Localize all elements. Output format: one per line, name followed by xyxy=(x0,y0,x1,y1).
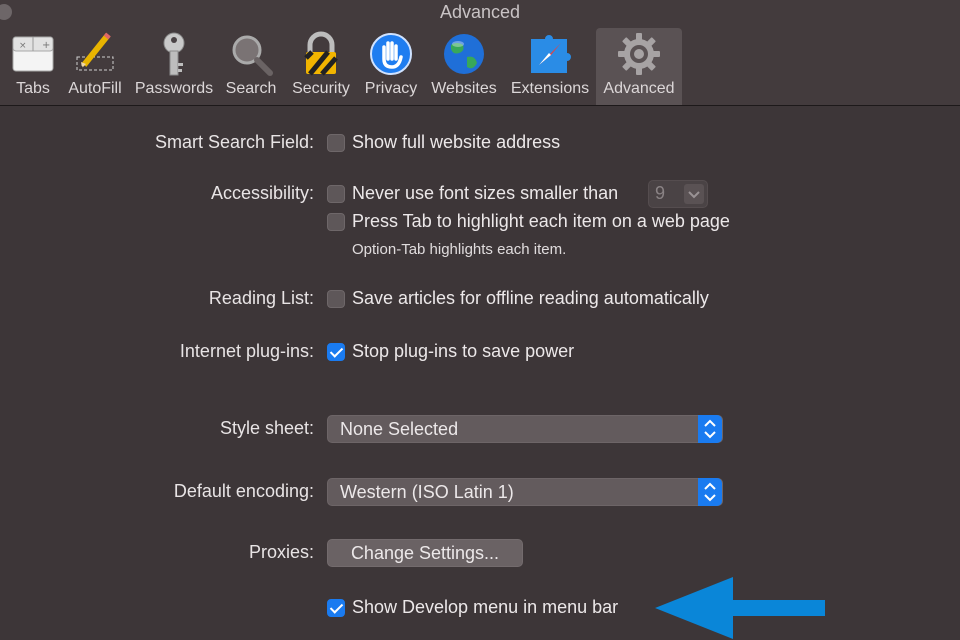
change-settings-label: Change Settings... xyxy=(350,543,500,563)
plugins-label: Internet plug-ins: xyxy=(179,341,314,361)
show-develop-menu-text[interactable]: Show Develop menu in menu bar xyxy=(352,597,618,618)
offline-reading-text[interactable]: Save articles for offline reading automa… xyxy=(352,288,709,309)
gear-icon xyxy=(616,31,662,77)
tab-label: Passwords xyxy=(134,80,214,97)
window-title: Advanced xyxy=(439,2,521,22)
style-sheet-value: None Selected xyxy=(340,419,459,439)
min-font-size-text[interactable]: Never use font sizes smaller than xyxy=(352,183,618,204)
annotation-arrow-icon xyxy=(655,577,827,639)
proxies-label: Proxies: xyxy=(248,542,314,562)
tab-label: Privacy xyxy=(364,80,418,97)
up-down-chevron-icon xyxy=(698,415,722,443)
tab-privacy[interactable]: Privacy xyxy=(360,28,422,105)
show-full-address-checkbox[interactable] xyxy=(327,134,345,152)
tab-label: Advanced xyxy=(603,80,675,97)
tab-label: Security xyxy=(292,80,350,97)
magnifier-icon xyxy=(228,31,274,77)
tab-label: Websites xyxy=(431,80,497,97)
lock-icon xyxy=(298,31,344,77)
tab-highlight-checkbox[interactable] xyxy=(327,213,345,231)
tab-tabs[interactable]: × + Tabs xyxy=(5,28,61,105)
tab-autofill[interactable]: AutoFill xyxy=(64,28,126,105)
tab-label: Tabs xyxy=(16,80,50,97)
tab-advanced[interactable]: Advanced xyxy=(596,28,682,105)
puzzle-compass-icon xyxy=(527,31,573,77)
style-sheet-popup[interactable]: None Selected xyxy=(327,415,723,443)
key-icon xyxy=(151,31,197,77)
chevron-down-icon xyxy=(684,184,704,204)
encoding-popup[interactable]: Western (ISO Latin 1) xyxy=(327,478,723,506)
tab-highlight-hint: Option-Tab highlights each item. xyxy=(352,241,567,258)
tab-label: AutoFill xyxy=(68,80,122,97)
autofill-icon xyxy=(72,31,118,77)
preferences-toolbar: Advanced × + Tabs AutoFill Passwords Sea… xyxy=(0,0,960,106)
stop-plugins-checkbox[interactable] xyxy=(327,343,345,361)
smart-search-label: Smart Search Field: xyxy=(154,132,314,152)
reading-list-label: Reading List: xyxy=(208,288,314,308)
min-font-size-value: 9 xyxy=(655,183,666,203)
min-font-size-checkbox[interactable] xyxy=(327,185,345,203)
tabs-icon: × + xyxy=(10,31,56,77)
change-settings-button[interactable]: Change Settings... xyxy=(327,539,523,567)
tab-search[interactable]: Search xyxy=(222,28,280,105)
stop-plugins-text[interactable]: Stop plug-ins to save power xyxy=(352,341,574,362)
show-develop-menu-checkbox[interactable] xyxy=(327,599,345,617)
encoding-label: Default encoding: xyxy=(173,481,314,501)
tab-security[interactable]: Security xyxy=(286,28,356,105)
up-down-chevron-icon xyxy=(698,478,722,506)
tab-websites[interactable]: Websites xyxy=(427,28,501,105)
tab-label: Extensions xyxy=(510,80,590,97)
show-full-address-text[interactable]: Show full website address xyxy=(352,132,560,153)
style-sheet-label: Style sheet: xyxy=(219,418,314,438)
globe-icon xyxy=(441,31,487,77)
hand-icon xyxy=(368,31,414,77)
svg-text:×: × xyxy=(19,41,27,51)
tab-extensions[interactable]: Extensions xyxy=(506,28,594,105)
min-font-size-select[interactable]: 9 xyxy=(648,180,708,208)
tab-passwords[interactable]: Passwords xyxy=(131,28,217,105)
encoding-value: Western (ISO Latin 1) xyxy=(340,482,514,502)
tab-highlight-text[interactable]: Press Tab to highlight each item on a we… xyxy=(352,211,730,232)
tab-label: Search xyxy=(225,80,277,97)
offline-reading-checkbox[interactable] xyxy=(327,290,345,308)
svg-text:+: + xyxy=(42,40,50,51)
accessibility-label: Accessibility: xyxy=(210,183,314,203)
